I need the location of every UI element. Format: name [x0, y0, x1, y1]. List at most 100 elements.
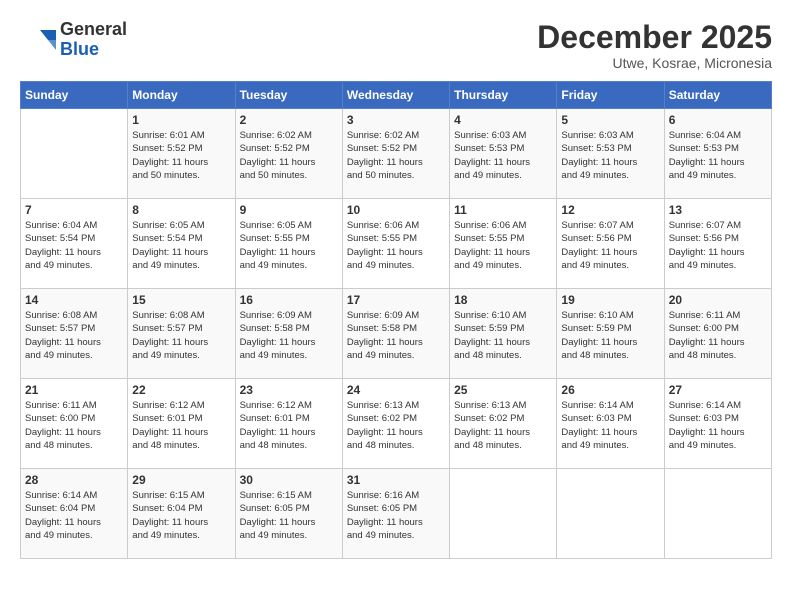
- calendar-cell: 13Sunrise: 6:07 AM Sunset: 5:56 PM Dayli…: [664, 199, 771, 289]
- day-number: 17: [347, 293, 445, 307]
- calendar-cell: 22 Sunrise: 6:12 AM Sunset: 6:01 PM Dayli…: [128, 379, 235, 469]
- day-number: 24: [347, 383, 445, 397]
- day-info: Sunrise: 6:15 AM Sunset: 6:04 PM Dayligh…: [132, 489, 230, 542]
- calendar-cell: 19Sunrise: 6:10 AM Sunset: 5:59 PM Dayli…: [557, 289, 664, 379]
- day-info: Sunrise: 6:08 AM Sunset: 5:57 PM Dayligh…: [132, 309, 230, 362]
- day-number: 29: [132, 473, 230, 487]
- day-info: Sunrise: 6:03 AM Sunset: 5:53 PM Dayligh…: [561, 129, 659, 182]
- weekday-header: Monday: [128, 82, 235, 109]
- weekday-header: Sunday: [21, 82, 128, 109]
- day-info: Sunrise: 6:10 AM Sunset: 5:59 PM Dayligh…: [561, 309, 659, 362]
- calendar-cell: 29 Sunrise: 6:15 AM Sunset: 6:04 PM Dayli…: [128, 469, 235, 559]
- day-number: 14: [25, 293, 123, 307]
- day-info: Sunrise: 6:13 AM Sunset: 6:02 PM Dayligh…: [454, 399, 552, 452]
- day-number: 5: [561, 113, 659, 127]
- day-info: Sunrise: 6:15 AM Sunset: 6:05 PM Dayligh…: [240, 489, 338, 542]
- calendar-cell: 8 Sunrise: 6:05 AM Sunset: 5:54 PM Daylig…: [128, 199, 235, 289]
- day-number: 20: [669, 293, 767, 307]
- logo-blue: Blue: [60, 39, 99, 59]
- location: Utwe, Kosrae, Micronesia: [537, 55, 772, 71]
- calendar-cell: 25 Sunrise: 6:13 AM Sunset: 6:02 PM Dayli…: [450, 379, 557, 469]
- month-title: December 2025: [537, 20, 772, 55]
- calendar-cell: 26 Sunrise: 6:14 AM Sunset: 6:03 PM Dayli…: [557, 379, 664, 469]
- day-number: 28: [25, 473, 123, 487]
- day-number: 21: [25, 383, 123, 397]
- day-info: Sunrise: 6:14 AM Sunset: 6:03 PM Dayligh…: [561, 399, 659, 452]
- day-info: Sunrise: 6:06 AM Sunset: 5:55 PM Dayligh…: [347, 219, 445, 272]
- day-number: 3: [347, 113, 445, 127]
- calendar-cell: 6 Sunrise: 6:04 AM Sunset: 5:53 PM Daylig…: [664, 109, 771, 199]
- day-info: Sunrise: 6:02 AM Sunset: 5:52 PM Dayligh…: [240, 129, 338, 182]
- day-info: Sunrise: 6:05 AM Sunset: 5:54 PM Dayligh…: [132, 219, 230, 272]
- page-header: General Blue December 2025 Utwe, Kosrae,…: [20, 20, 772, 71]
- day-info: Sunrise: 6:13 AM Sunset: 6:02 PM Dayligh…: [347, 399, 445, 452]
- calendar-table: SundayMondayTuesdayWednesdayThursdayFrid…: [20, 81, 772, 559]
- weekday-header: Thursday: [450, 82, 557, 109]
- calendar-cell: 16 Sunrise: 6:09 AM Sunset: 5:58 PM Dayli…: [235, 289, 342, 379]
- day-number: 10: [347, 203, 445, 217]
- day-number: 23: [240, 383, 338, 397]
- day-number: 15: [132, 293, 230, 307]
- calendar-cell: 15 Sunrise: 6:08 AM Sunset: 5:57 PM Dayli…: [128, 289, 235, 379]
- calendar-cell: 12 Sunrise: 6:07 AM Sunset: 5:56 PM Dayli…: [557, 199, 664, 289]
- weekday-header: Tuesday: [235, 82, 342, 109]
- logo-general: General: [60, 19, 127, 39]
- calendar-cell: 11 Sunrise: 6:06 AM Sunset: 5:55 PM Dayli…: [450, 199, 557, 289]
- calendar-week-row: 14 Sunrise: 6:08 AM Sunset: 5:57 PM Dayli…: [21, 289, 772, 379]
- day-number: 26: [561, 383, 659, 397]
- day-number: 31: [347, 473, 445, 487]
- calendar-cell: [450, 469, 557, 559]
- day-info: Sunrise: 6:12 AM Sunset: 6:01 PM Dayligh…: [132, 399, 230, 452]
- calendar-week-row: 21 Sunrise: 6:11 AM Sunset: 6:00 PM Dayli…: [21, 379, 772, 469]
- day-number: 9: [240, 203, 338, 217]
- day-number: 8: [132, 203, 230, 217]
- calendar-cell: 10 Sunrise: 6:06 AM Sunset: 5:55 PM Dayli…: [342, 199, 449, 289]
- day-number: 11: [454, 203, 552, 217]
- day-number: 22: [132, 383, 230, 397]
- calendar-cell: 3 Sunrise: 6:02 AM Sunset: 5:52 PM Daylig…: [342, 109, 449, 199]
- day-info: Sunrise: 6:07 AM Sunset: 5:56 PM Dayligh…: [561, 219, 659, 272]
- day-info: Sunrise: 6:04 AM Sunset: 5:53 PM Dayligh…: [669, 129, 767, 182]
- day-info: Sunrise: 6:06 AM Sunset: 5:55 PM Dayligh…: [454, 219, 552, 272]
- day-info: Sunrise: 6:11 AM Sunset: 6:00 PM Dayligh…: [669, 309, 767, 362]
- calendar-cell: 2Sunrise: 6:02 AM Sunset: 5:52 PM Daylig…: [235, 109, 342, 199]
- title-block: December 2025 Utwe, Kosrae, Micronesia: [537, 20, 772, 71]
- day-info: Sunrise: 6:16 AM Sunset: 6:05 PM Dayligh…: [347, 489, 445, 542]
- calendar-cell: 21 Sunrise: 6:11 AM Sunset: 6:00 PM Dayli…: [21, 379, 128, 469]
- calendar-cell: 20 Sunrise: 6:11 AM Sunset: 6:00 PM Dayli…: [664, 289, 771, 379]
- calendar-cell: 28 Sunrise: 6:14 AM Sunset: 6:04 PM Dayli…: [21, 469, 128, 559]
- weekday-header: Saturday: [664, 82, 771, 109]
- day-number: 4: [454, 113, 552, 127]
- calendar-cell: 27Sunrise: 6:14 AM Sunset: 6:03 PM Dayli…: [664, 379, 771, 469]
- day-number: 30: [240, 473, 338, 487]
- day-info: Sunrise: 6:05 AM Sunset: 5:55 PM Dayligh…: [240, 219, 338, 272]
- calendar-cell: 17 Sunrise: 6:09 AM Sunset: 5:58 PM Dayli…: [342, 289, 449, 379]
- day-number: 16: [240, 293, 338, 307]
- calendar-week-row: 1Sunrise: 6:01 AM Sunset: 5:52 PM Daylig…: [21, 109, 772, 199]
- day-number: 6: [669, 113, 767, 127]
- day-number: 27: [669, 383, 767, 397]
- logo: General Blue: [20, 20, 127, 60]
- day-number: 7: [25, 203, 123, 217]
- calendar-cell: 14 Sunrise: 6:08 AM Sunset: 5:57 PM Dayli…: [21, 289, 128, 379]
- calendar-cell: 4 Sunrise: 6:03 AM Sunset: 5:53 PM Daylig…: [450, 109, 557, 199]
- calendar-cell: 1Sunrise: 6:01 AM Sunset: 5:52 PM Daylig…: [128, 109, 235, 199]
- day-number: 25: [454, 383, 552, 397]
- day-info: Sunrise: 6:03 AM Sunset: 5:53 PM Dayligh…: [454, 129, 552, 182]
- day-info: Sunrise: 6:09 AM Sunset: 5:58 PM Dayligh…: [240, 309, 338, 362]
- day-info: Sunrise: 6:02 AM Sunset: 5:52 PM Dayligh…: [347, 129, 445, 182]
- day-info: Sunrise: 6:10 AM Sunset: 5:59 PM Dayligh…: [454, 309, 552, 362]
- day-number: 12: [561, 203, 659, 217]
- day-info: Sunrise: 6:12 AM Sunset: 6:01 PM Dayligh…: [240, 399, 338, 452]
- day-info: Sunrise: 6:01 AM Sunset: 5:52 PM Dayligh…: [132, 129, 230, 182]
- day-info: Sunrise: 6:11 AM Sunset: 6:00 PM Dayligh…: [25, 399, 123, 452]
- day-info: Sunrise: 6:08 AM Sunset: 5:57 PM Dayligh…: [25, 309, 123, 362]
- calendar-cell: 23 Sunrise: 6:12 AM Sunset: 6:01 PM Dayli…: [235, 379, 342, 469]
- weekday-header: Friday: [557, 82, 664, 109]
- day-info: Sunrise: 6:09 AM Sunset: 5:58 PM Dayligh…: [347, 309, 445, 362]
- calendar-cell: [664, 469, 771, 559]
- day-info: Sunrise: 6:14 AM Sunset: 6:04 PM Dayligh…: [25, 489, 123, 542]
- calendar-cell: 30 Sunrise: 6:15 AM Sunset: 6:05 PM Dayli…: [235, 469, 342, 559]
- calendar-cell: 31 Sunrise: 6:16 AM Sunset: 6:05 PM Dayli…: [342, 469, 449, 559]
- calendar-week-row: 28 Sunrise: 6:14 AM Sunset: 6:04 PM Dayli…: [21, 469, 772, 559]
